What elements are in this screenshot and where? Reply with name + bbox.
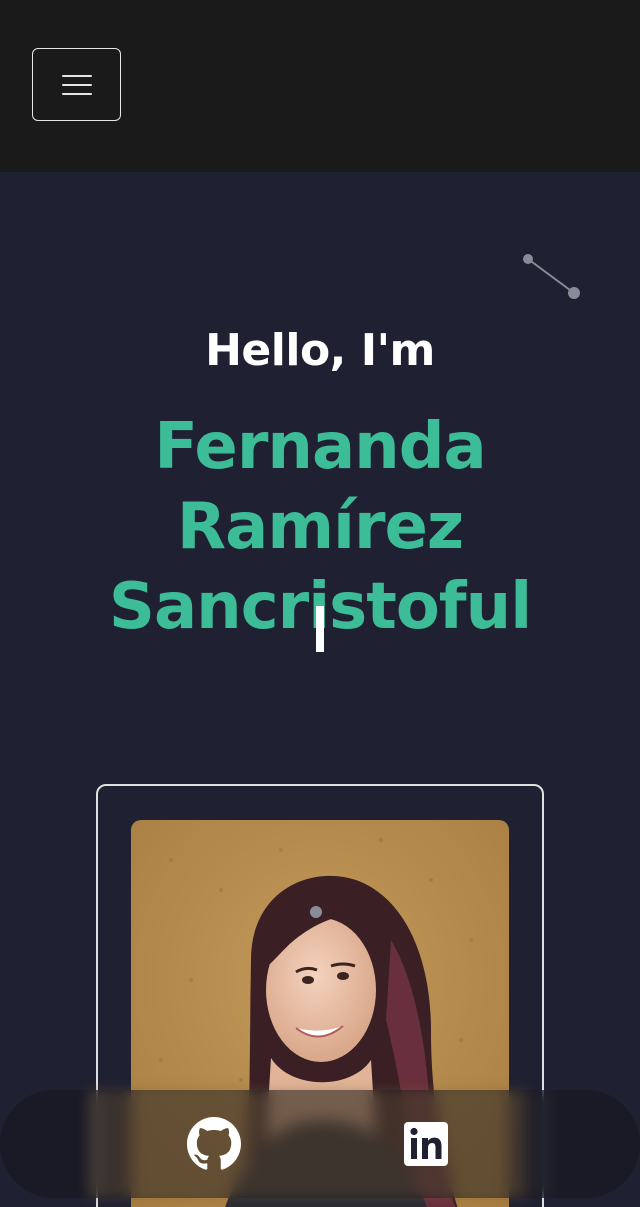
social-links-bar <box>0 1090 640 1198</box>
greeting-text: Hello, I'm <box>205 325 435 377</box>
hero-section: Hello, I'm Fernanda Ramírez Sancristoful <box>0 172 640 1207</box>
github-icon <box>187 1117 241 1170</box>
hamburger-menu-icon <box>61 74 92 95</box>
first-name: Fernanda <box>154 410 486 485</box>
linkedin-link[interactable] <box>398 1116 454 1172</box>
top-navigation-bar <box>0 0 640 172</box>
linkedin-icon <box>404 1122 448 1166</box>
menu-button[interactable] <box>32 48 121 121</box>
github-link[interactable] <box>186 1116 242 1172</box>
first-surname: Ramírez <box>176 490 464 565</box>
particle-dot <box>523 254 533 264</box>
particle-dot <box>568 287 580 299</box>
typing-cursor <box>316 606 324 652</box>
